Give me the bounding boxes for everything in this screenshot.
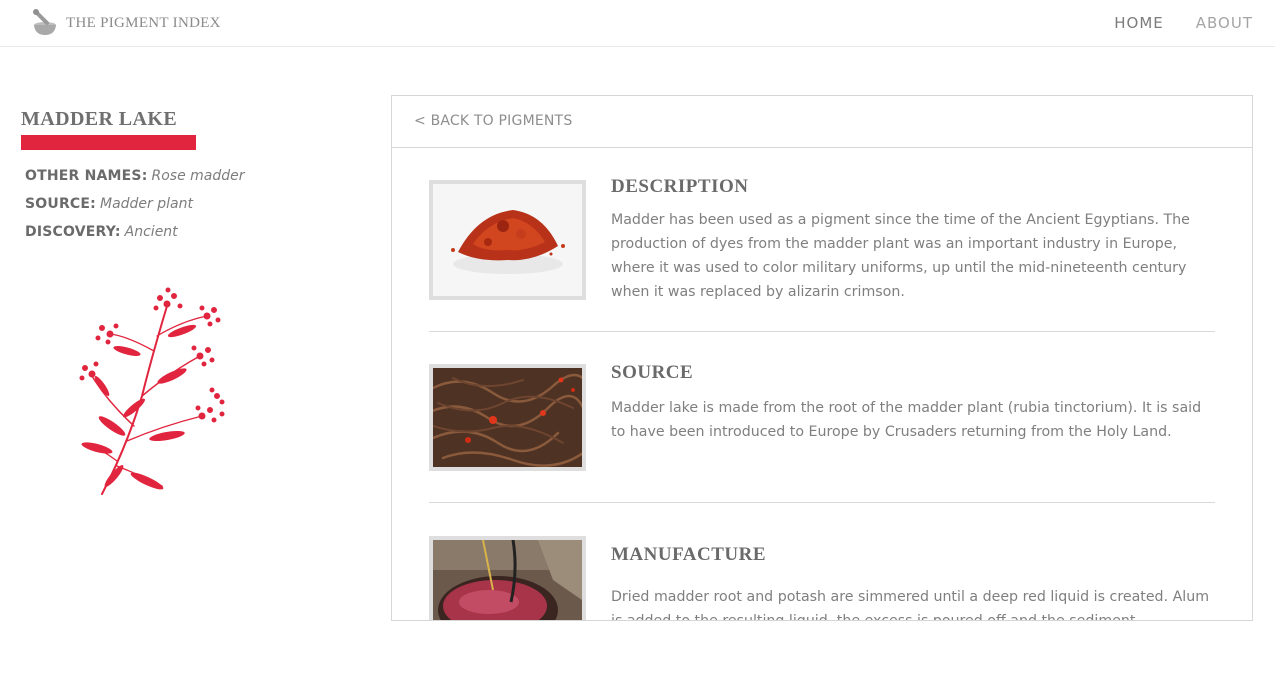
pigment-title: MADDER LAKE (21, 108, 178, 130)
pigment-color-swatch (21, 135, 196, 150)
red-pigment-powder-graphic (433, 184, 582, 296)
madder-plant-illustration (79, 287, 225, 495)
brand-name: THE PIGMENT INDEX (66, 14, 221, 31)
nav-home-link[interactable]: HOME (1114, 14, 1164, 32)
source-section: SOURCE Madder lake is made from the root… (429, 362, 1215, 474)
meta-other-names: OTHER NAMES: Rose madder (25, 162, 245, 190)
description-text: Madder has been used as a pigment since … (611, 212, 1190, 300)
source-title: SOURCE (611, 362, 694, 383)
meta-key: DISCOVERY: (25, 224, 121, 240)
description-title: DESCRIPTION (611, 176, 749, 197)
manufacture-section: MANUFACTURE Dried madder root and potash… (429, 536, 1215, 621)
description-section: DESCRIPTION Madder has been used as a pi… (429, 176, 1215, 305)
top-nav-bar: THE PIGMENT INDEX HOME ABOUT (0, 0, 1275, 47)
meta-value: Madder plant (99, 196, 193, 212)
red-pigment-powder-image (429, 180, 586, 300)
meta-value: Rose madder (151, 168, 245, 184)
dye-pot-graphic (433, 540, 582, 620)
meta-source: SOURCE: Madder plant (25, 190, 245, 218)
manufacture-text: Dried madder root and potash are simmere… (611, 589, 1210, 621)
pigment-meta: OTHER NAMES: Rose madder SOURCE: Madder pl… (25, 162, 245, 246)
madder-roots-image (429, 364, 586, 471)
mortar-pestle-icon (33, 9, 56, 35)
main-nav: HOME ABOUT (1082, 14, 1253, 32)
back-to-pigments-link[interactable]: < BACK TO PIGMENTS (414, 113, 572, 129)
meta-key: OTHER NAMES: (25, 168, 148, 184)
meta-value: Ancient (124, 224, 178, 240)
madder-roots-graphic (433, 368, 582, 467)
source-text: Madder lake is made from the root of the… (611, 400, 1202, 440)
brand-link[interactable]: THE PIGMENT INDEX (30, 8, 221, 38)
pigment-detail-panel: < BACK TO PIGMENTS DESCRIPTION Madder ha… (391, 95, 1253, 621)
meta-discovery: DISCOVERY: Ancient (25, 218, 245, 246)
nav-about-link[interactable]: ABOUT (1196, 14, 1253, 32)
dye-pot-image (429, 536, 586, 620)
section-divider (429, 331, 1215, 332)
panel-header: < BACK TO PIGMENTS (392, 96, 1252, 148)
section-divider (429, 502, 1215, 503)
manufacture-title: MANUFACTURE (611, 544, 767, 565)
meta-key: SOURCE: (25, 196, 96, 212)
